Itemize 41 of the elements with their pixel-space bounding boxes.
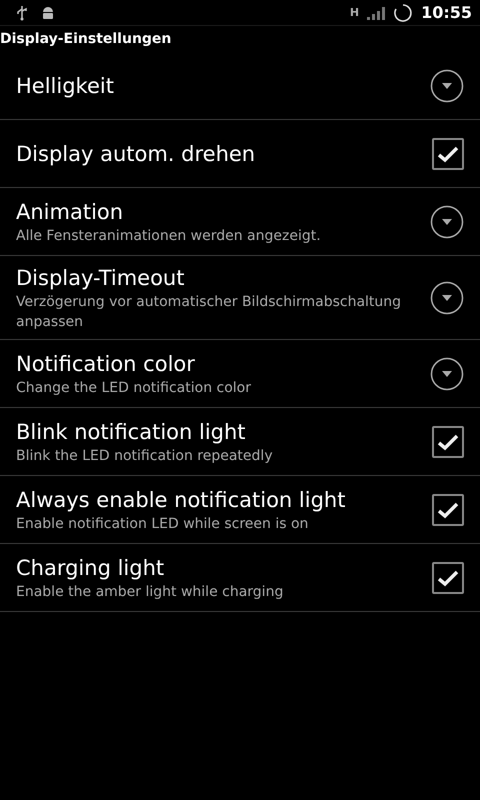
check-icon bbox=[437, 432, 459, 450]
settings-row[interactable]: Display autom. drehen bbox=[0, 120, 480, 188]
settings-row[interactable]: Notification color Change the LED notification color bbox=[0, 340, 480, 408]
setting-title: Helligkeit bbox=[16, 72, 115, 100]
setting-summary: Alle Fensteranimationen werden angezeigt. bbox=[16, 226, 322, 246]
checkbox[interactable] bbox=[432, 494, 464, 526]
screen-title: Display-Einstellungen bbox=[0, 30, 172, 48]
setting-title: Display-Timeout bbox=[16, 264, 186, 292]
check-icon bbox=[437, 500, 459, 518]
setting-summary: Enable the amber light while charging bbox=[16, 582, 284, 602]
loading-icon bbox=[393, 2, 414, 22]
settings-row[interactable]: Always enable notification light Enable notification LED while screen is on bbox=[0, 476, 480, 544]
setting-title: Always enable notification light bbox=[16, 486, 346, 514]
dropdown-icon[interactable] bbox=[430, 68, 464, 102]
dropdown-icon[interactable] bbox=[430, 280, 464, 314]
setting-title: Blink notification light bbox=[16, 418, 247, 446]
settings-row[interactable]: Blink notification light Blink the LED notification repeatedly bbox=[0, 408, 480, 476]
usb-icon bbox=[16, 4, 28, 20]
settings-row[interactable]: Helligkeit bbox=[0, 52, 480, 120]
setting-title: Notification color bbox=[16, 350, 196, 378]
check-icon bbox=[437, 144, 459, 162]
setting-summary: Verzögerung vor automatischer Bildschirmabschaltung anpassen bbox=[16, 292, 402, 332]
settings-row[interactable]: Display-Timeout Verzögerung vor automatischer Bildschirmabschaltung anpassen bbox=[0, 256, 480, 340]
check-icon bbox=[437, 568, 459, 586]
dropdown-icon[interactable] bbox=[430, 356, 464, 390]
clock: 10:55 bbox=[421, 2, 472, 24]
setting-title: Display autom. drehen bbox=[16, 140, 256, 168]
setting-title: Charging light bbox=[16, 554, 166, 582]
dropdown-icon[interactable] bbox=[430, 204, 464, 238]
signal-icon bbox=[367, 6, 386, 20]
checkbox[interactable] bbox=[432, 138, 464, 170]
setting-summary: Enable notification LED while screen is on bbox=[16, 514, 310, 534]
setting-summary: Change the LED notification color bbox=[16, 378, 252, 398]
network-type: H bbox=[350, 7, 360, 18]
settings-row[interactable]: Animation Alle Fensteranimationen werden angezeigt. bbox=[0, 188, 480, 256]
android-icon bbox=[40, 4, 56, 20]
setting-summary: Blink the LED notification repeatedly bbox=[16, 446, 274, 466]
checkbox[interactable] bbox=[432, 426, 464, 458]
checkbox[interactable] bbox=[432, 562, 464, 594]
settings-row[interactable]: Charging light Enable the amber light while charging bbox=[0, 544, 480, 612]
setting-title: Animation bbox=[16, 198, 124, 226]
